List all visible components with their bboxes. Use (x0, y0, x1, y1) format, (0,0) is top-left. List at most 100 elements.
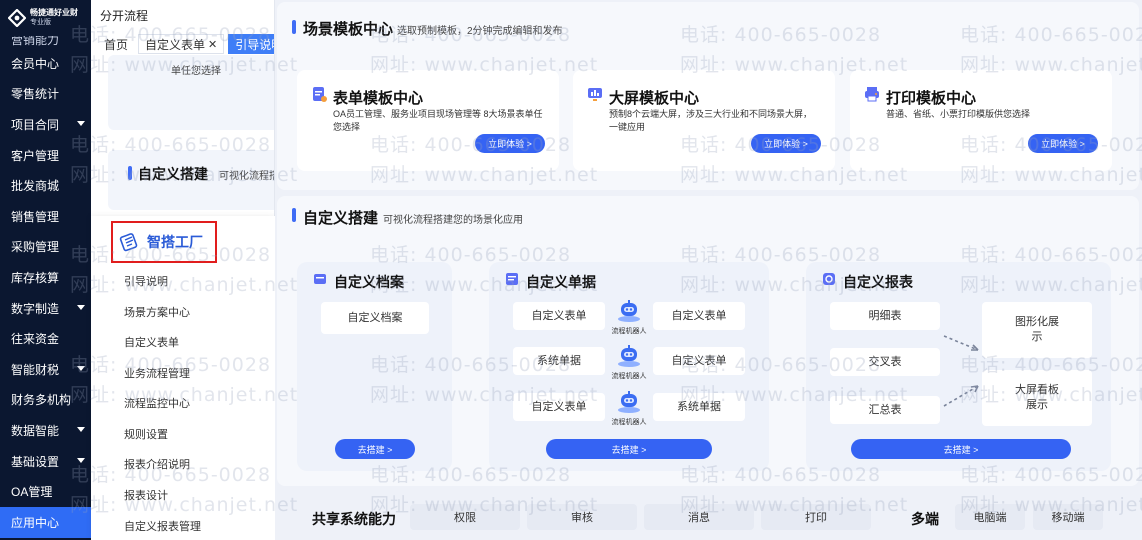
docs-pill-right[interactable]: 系统单据 (653, 393, 745, 421)
inner-template-card: 单任您选择 (108, 55, 274, 130)
report-build-button[interactable]: 去搭建 > (851, 439, 1071, 459)
sidebar-item[interactable]: 基础设置 (0, 446, 91, 477)
inner-window-title: 分开流程 (100, 9, 149, 23)
try-now-button[interactable]: 立即体验 > (475, 134, 545, 153)
sidebar-item[interactable]: 营销能力 (0, 36, 91, 48)
sidebar-item-label: 智能财税 (11, 362, 60, 377)
process-robot: 流程机器人 (609, 391, 649, 427)
smart-factory-header[interactable]: 智搭工厂 (111, 221, 217, 263)
sidebar-item[interactable]: 往来资金 (0, 323, 91, 354)
platform-mobile[interactable]: 移动端 (1033, 504, 1103, 530)
report-pill-detail[interactable]: 明细表 (830, 302, 940, 330)
sidebar-item[interactable]: 会员中心 (0, 48, 91, 79)
docs-pill-right[interactable]: 自定义表单 (653, 302, 745, 330)
smart-factory-menu-item[interactable]: 业务流程管理 (124, 365, 190, 381)
sidebar-item[interactable]: 零售统计 (0, 79, 91, 110)
close-icon[interactable]: ✕ (208, 38, 217, 51)
docs-pill-left[interactable]: 系统单据 (513, 347, 605, 375)
smart-factory-title: 智搭工厂 (147, 234, 203, 250)
inner-tab-bar: 首页 自定义表单✕ 引导说明 (100, 34, 274, 54)
app-edition: 专业版 (30, 19, 51, 26)
smart-factory-menu: 智搭工厂 引导说明场景方案中心 自定义表单业务流程管理 流程监控中心 规则设置报表介绍… (91, 216, 275, 540)
sidebar-item[interactable]: 库存核算 (0, 262, 91, 293)
sidebar-item-label: OA管理 (11, 485, 53, 500)
inner-custom-sub: 可视化流程搭 (219, 171, 275, 182)
archive-title: 自定义档案 (334, 274, 404, 290)
sidebar-item[interactable]: 财务多机构 (0, 385, 91, 416)
tab-guide[interactable]: 引导说明 (228, 34, 274, 54)
custom-archive-card: 自定义档案 自定义档案 去搭建 > (297, 262, 452, 471)
sidebar-item[interactable]: 应用中心 (0, 506, 91, 538)
try-now-button[interactable]: 立即体验 > (1028, 134, 1098, 153)
smart-factory-menu-item[interactable]: 自定义表单 (124, 334, 179, 350)
inner-custom-card: 自定义搭建 可视化流程搭 (108, 150, 275, 210)
custom-subtitle: 可视化流程搭建您的场景化应用 (383, 215, 523, 226)
inner-card-desc: 单任您选择 (171, 66, 221, 77)
custom-docs-card: 自定义单据 自定义表单 自定义表单 流程机器人 系统单据 自定义表单 流程机器人 自定义表单… (489, 262, 769, 471)
screen-template-icon (587, 86, 603, 102)
docs-pill-left[interactable]: 自定义表单 (513, 302, 605, 330)
sidebar-item-label: 项目合同 (11, 117, 60, 132)
archive-pill[interactable]: 自定义档案 (321, 302, 429, 334)
sidebar-item[interactable]: 客户管理 (0, 140, 91, 171)
smart-factory-menu-item[interactable]: 场景方案中心 (124, 304, 190, 320)
smart-factory-menu-item[interactable]: 自定义报表管理 (124, 518, 201, 534)
sidebar-item-label: 批发商城 (11, 179, 60, 194)
sidebar-item-label: 数字制造 (11, 301, 60, 316)
sidebar-item[interactable]: 采购管理 (0, 232, 91, 263)
shared-item-permission[interactable]: 权限 (410, 504, 520, 530)
sidebar-item[interactable]: 数据智能 (0, 415, 91, 446)
archive-build-button[interactable]: 去搭建 > (335, 439, 415, 459)
docs-build-button[interactable]: 去搭建 > (546, 439, 712, 459)
sidebar-item[interactable]: OA管理 (0, 476, 91, 507)
smart-factory-menu-item[interactable]: 报表介绍说明 (124, 456, 190, 472)
smart-factory-menu-item[interactable]: 引导说明 (124, 273, 168, 289)
template-card-title: 打印模板中心 (886, 90, 977, 107)
main-content: 场景模板中心 选取预制模板，2分钟完成编辑和发布 表单模板中心 OA员工管理、服务… (275, 0, 1142, 540)
smart-factory-menu-item[interactable]: 流程监控中心 (124, 395, 190, 411)
sidebar-item[interactable]: 批发商城 (0, 170, 91, 201)
sidebar-item[interactable]: 项目合同 (0, 109, 91, 140)
docs-icon (505, 272, 519, 286)
multi-platform-title: 多端 (911, 511, 939, 527)
report-pill-cross[interactable]: 交叉表 (830, 348, 940, 376)
app-logo[interactable]: 畅捷通好业财 专业版 (0, 0, 91, 36)
print-template-icon (864, 86, 880, 102)
smart-factory-menu-item[interactable]: 报表设计 (124, 487, 168, 503)
docs-pill-left[interactable]: 自定义表单 (513, 393, 605, 421)
sidebar-item-label: 客户管理 (11, 148, 60, 163)
shared-capability-title: 共享系统能力 (312, 511, 396, 527)
section-marker (292, 20, 296, 34)
robot-label: 流程机器人 (611, 373, 647, 380)
chevron-down-icon (77, 457, 85, 463)
template-card-desc: 普通、省纸、小票打印模版供您选择 (886, 109, 1031, 119)
shared-item-message[interactable]: 消息 (644, 504, 754, 530)
sidebar-item[interactable]: 销售管理 (0, 201, 91, 232)
tab-custom-form-label: 自定义表单 (145, 37, 206, 52)
platform-desktop[interactable]: 电脑端 (955, 504, 1025, 530)
docs-pill-right[interactable]: 自定义表单 (653, 347, 745, 375)
try-now-button[interactable]: 立即体验 > (751, 134, 821, 153)
sidebar-item[interactable]: 数字制造 (0, 293, 91, 324)
smart-factory-menu-item[interactable]: 规则设置 (124, 426, 168, 442)
docs-title: 自定义单据 (526, 274, 596, 290)
shared-item-print[interactable]: 打印 (761, 504, 871, 530)
sidebar-item-label: 库存核算 (11, 270, 60, 285)
tab-guide-label: 引导说明 (235, 37, 274, 52)
tab-home-label: 首页 (104, 37, 129, 52)
report-pill-summary[interactable]: 汇总表 (830, 396, 940, 424)
sidebar-item[interactable]: 智能财税 (0, 354, 91, 385)
tab-home[interactable]: 首页 (100, 34, 135, 54)
tab-custom-form[interactable]: 自定义表单 ✕ (138, 34, 225, 54)
scene-subtitle: 选取预制模板，2分钟完成编辑和发布 (397, 26, 563, 37)
capability-footer: 共享系统能力 权限 审核 消息 打印 多端 电脑端 移动端 (275, 488, 1142, 540)
report-pill-chart[interactable]: 图形化展示 (982, 302, 1092, 358)
sidebar-item-label: 数据智能 (11, 423, 60, 438)
scene-title: 场景模板中心 (303, 21, 394, 38)
report-pill-dashboard[interactable]: 大屏看板展示 (982, 370, 1092, 426)
sidebar-item-label: 营销能力 (11, 36, 60, 47)
template-card-desc: 预制8个云端大屏，涉及三大行业和不同场景大屏，一键应用 (609, 109, 813, 132)
template-card: 大屏模板中心 预制8个云端大屏，涉及三大行业和不同场景大屏，一键应用 立即体验 > (573, 70, 835, 171)
shared-item-audit[interactable]: 审核 (527, 504, 637, 530)
form-template-icon (311, 86, 327, 102)
